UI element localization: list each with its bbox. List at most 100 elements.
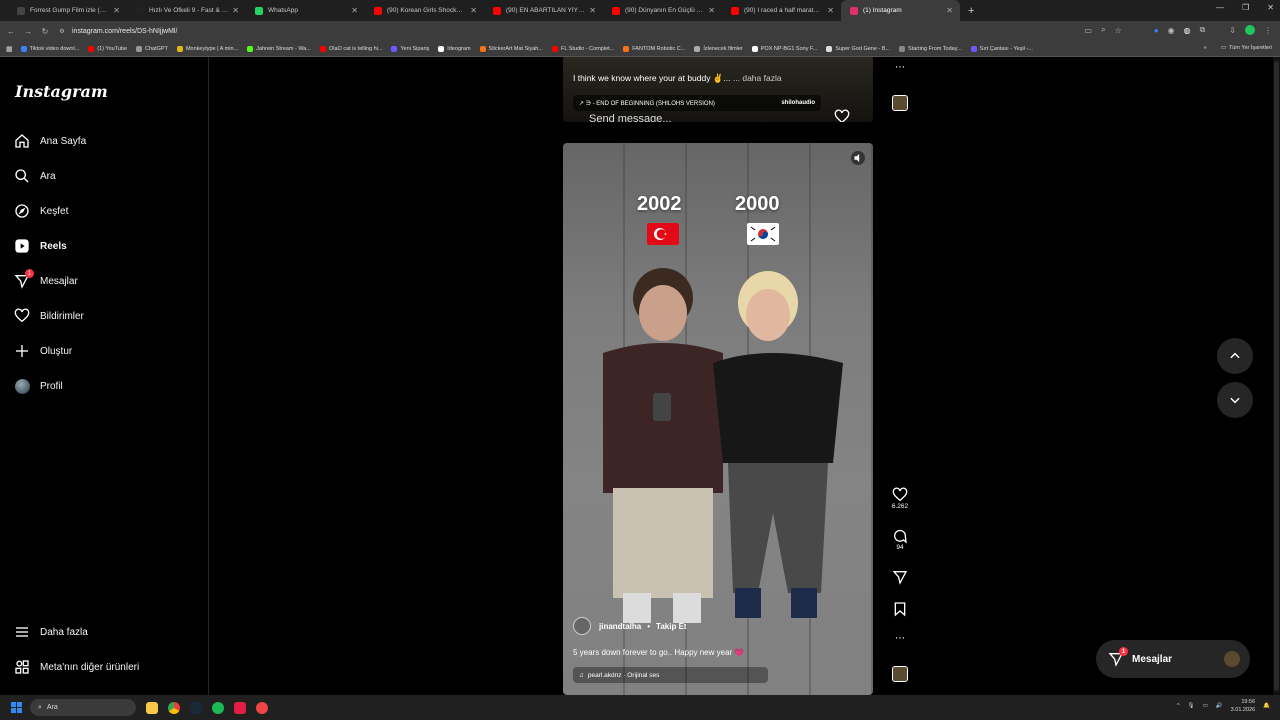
browser-tab[interactable]: (1) Instagram ✕ bbox=[841, 0, 960, 21]
reload-icon[interactable]: ↻ bbox=[39, 27, 51, 36]
close-tab-icon[interactable]: ✕ bbox=[827, 6, 834, 15]
cast-icon[interactable]: ▭ bbox=[1085, 26, 1093, 35]
audio-thumbnail[interactable] bbox=[892, 95, 908, 111]
caption-more-link[interactable]: ... daha fazla bbox=[733, 73, 782, 83]
bookmark-item[interactable]: Super God Gene - B... bbox=[826, 45, 890, 52]
extension-icon[interactable]: ◍ bbox=[1184, 26, 1191, 35]
volume-icon[interactable]: 🔊 bbox=[1216, 703, 1223, 709]
sidebar-item-create[interactable]: Oluştur bbox=[14, 340, 72, 362]
bookmark-item[interactable]: Tiktok video downl... bbox=[20, 45, 79, 52]
app-icon[interactable] bbox=[256, 701, 268, 714]
avatar[interactable] bbox=[573, 617, 591, 635]
browser-tab[interactable]: (90) Korean Girls Shocked By N ✕ bbox=[365, 0, 484, 21]
audio-link[interactable]: ♫ pearl.akdnz · Orijinal ses bbox=[573, 667, 768, 683]
notifications-icon[interactable]: 🔔 bbox=[1263, 703, 1270, 709]
close-tab-icon[interactable]: ✕ bbox=[113, 6, 120, 15]
all-bookmarks-button[interactable]: Tüm Yer İşaretleri bbox=[1229, 45, 1272, 51]
bookmark-star-icon[interactable]: ☆ bbox=[1115, 26, 1122, 35]
sidebar-item-more[interactable]: Daha fazla bbox=[14, 621, 88, 643]
messages-pill-button[interactable]: 1 Mesajlar bbox=[1096, 640, 1250, 678]
like-button[interactable]: 6.262 bbox=[889, 487, 911, 510]
sidebar-item-notifications[interactable]: Bildirimler bbox=[14, 305, 84, 327]
bookmark-item[interactable]: Ideogram bbox=[438, 45, 471, 52]
chrome-icon[interactable] bbox=[168, 701, 180, 714]
apps-grid-icon[interactable]: ▦ bbox=[6, 45, 13, 53]
extension-icon[interactable]: ● bbox=[1154, 26, 1159, 35]
previous-reel[interactable]: I think we know where your at buddy ✌️..… bbox=[563, 57, 873, 122]
close-tab-icon[interactable]: ✕ bbox=[470, 6, 477, 15]
sidebar-item-meta[interactable]: Meta'nın diğer ürünleri bbox=[14, 656, 139, 678]
browser-tab[interactable]: (90) EN ABARTILAN YİYECEK - Y ✕ bbox=[484, 0, 603, 21]
minimize-icon[interactable]: — bbox=[1216, 3, 1224, 12]
chrome-menu-icon[interactable]: ⋮ bbox=[1264, 26, 1272, 35]
close-tab-icon[interactable]: ✕ bbox=[589, 6, 596, 15]
back-icon[interactable]: ← bbox=[5, 27, 17, 36]
reel-username[interactable]: jinandtalha bbox=[599, 622, 641, 631]
close-tab-icon[interactable]: ✕ bbox=[946, 6, 953, 15]
more-options-icon[interactable]: ⋯ bbox=[895, 62, 905, 73]
bookmark-item[interactable]: OlaO cat is telling hi... bbox=[319, 45, 382, 52]
close-window-icon[interactable]: ✕ bbox=[1267, 3, 1274, 12]
bookmark-item[interactable]: POX NP-BG1 Sony F... bbox=[751, 45, 817, 52]
bookmarks-overflow-button[interactable]: » bbox=[1204, 45, 1207, 51]
bookmark-item[interactable]: ChatGPT bbox=[136, 45, 168, 52]
steam-icon[interactable] bbox=[190, 701, 202, 714]
follow-button[interactable]: Takip Et bbox=[656, 622, 687, 631]
instagram-logo[interactable]: Instagram bbox=[15, 82, 108, 101]
taskbar-search[interactable]: ⌕ Ara bbox=[30, 699, 136, 716]
site-info-icon[interactable]: ⚙ bbox=[56, 28, 68, 35]
new-tab-button[interactable]: + bbox=[968, 5, 974, 17]
clock[interactable]: 19:56 3.01.2026 bbox=[1231, 698, 1255, 714]
comment-button[interactable]: 94 bbox=[889, 528, 911, 551]
bookmark-item[interactable]: Jahrein Stream - Wa... bbox=[247, 45, 311, 52]
more-options-icon[interactable]: ⋯ bbox=[889, 633, 911, 644]
tray-overflow-icon[interactable]: ^ bbox=[1177, 703, 1180, 709]
save-button[interactable] bbox=[889, 601, 911, 617]
file-explorer-icon[interactable] bbox=[146, 701, 158, 714]
spotify-icon[interactable] bbox=[212, 701, 224, 714]
sidebar-item-messages[interactable]: 1 Mesajlar bbox=[14, 269, 78, 292]
bookmark-item[interactable]: İzlenecek filmler bbox=[694, 45, 743, 52]
scrollbar[interactable] bbox=[1273, 57, 1280, 695]
volume-icon[interactable] bbox=[851, 151, 865, 165]
bookmark-item[interactable]: (1) YouTube bbox=[88, 45, 127, 52]
downloads-icon[interactable]: ⇩ bbox=[1229, 26, 1236, 35]
sidebar-item-home[interactable]: Ana Sayfa bbox=[14, 130, 86, 152]
extensions-puzzle-icon[interactable]: ⧉ bbox=[1200, 25, 1206, 35]
maximize-icon[interactable]: ❐ bbox=[1242, 3, 1249, 12]
network-icon[interactable]: ▭ bbox=[1203, 703, 1208, 709]
bookmark-item[interactable]: Starting From Today... bbox=[899, 45, 962, 52]
bookmark-item[interactable]: Yeni Sipariş bbox=[391, 45, 429, 52]
bookmark-item[interactable]: StickerArt Mat Siyah... bbox=[479, 45, 543, 52]
send-message-input[interactable]: Send message... bbox=[589, 113, 819, 122]
profile-avatar[interactable] bbox=[1245, 25, 1255, 35]
browser-tab[interactable]: (90) Dünyanın En Güçlü Ünivers ✕ bbox=[603, 0, 722, 21]
close-tab-icon[interactable]: ✕ bbox=[351, 6, 358, 15]
zoom-icon[interactable]: ⌕ bbox=[1101, 25, 1105, 35]
bookmark-item[interactable]: FL Studio - Complet... bbox=[551, 45, 614, 52]
close-tab-icon[interactable]: ✕ bbox=[708, 6, 715, 15]
sidebar-item-explore[interactable]: Keşfet bbox=[14, 200, 68, 222]
bookmark-item[interactable]: Sırt Çantası - Yeşil -... bbox=[970, 45, 1033, 52]
previous-reel-button[interactable] bbox=[1217, 338, 1253, 374]
forward-icon[interactable]: → bbox=[22, 27, 34, 36]
app-icon[interactable] bbox=[234, 701, 246, 714]
sidebar-item-search[interactable]: Ara bbox=[14, 165, 56, 187]
browser-tab[interactable]: (90) I raced a half marathon - Y✕ bbox=[722, 0, 841, 21]
windows-start-icon[interactable] bbox=[11, 702, 22, 713]
url-field[interactable]: instagram.com/reels/DS-hNIjjwMl/ bbox=[72, 28, 177, 35]
heart-icon[interactable] bbox=[834, 109, 850, 122]
extension-icon[interactable]: ◉ bbox=[1168, 26, 1175, 35]
bookmark-item[interactable]: FANTOM Robotic C... bbox=[623, 45, 685, 52]
microphone-icon[interactable]: 🎙 bbox=[1188, 703, 1195, 709]
browser-tab[interactable]: Hızlı Ve Öfkeli 9 - Fast & Furious ✕ bbox=[127, 0, 246, 21]
sidebar-item-profile[interactable]: Profil bbox=[14, 375, 63, 397]
sidebar-item-reels[interactable]: Reels bbox=[14, 235, 67, 257]
close-tab-icon[interactable]: ✕ bbox=[232, 6, 239, 15]
music-bar[interactable]: ↗ ∋ - END OF BEGINNING (SHILOHS VERSION)… bbox=[573, 95, 821, 111]
reel-video[interactable]: 2002 2000 jinandtalha • Takip Et 5 years… bbox=[563, 143, 873, 695]
bookmark-item[interactable]: Monkeytype | A min... bbox=[176, 45, 238, 52]
scrollbar-thumb[interactable] bbox=[1274, 61, 1279, 691]
next-reel-button[interactable] bbox=[1217, 382, 1253, 418]
browser-tab[interactable]: WhatsApp ✕ bbox=[246, 0, 365, 21]
